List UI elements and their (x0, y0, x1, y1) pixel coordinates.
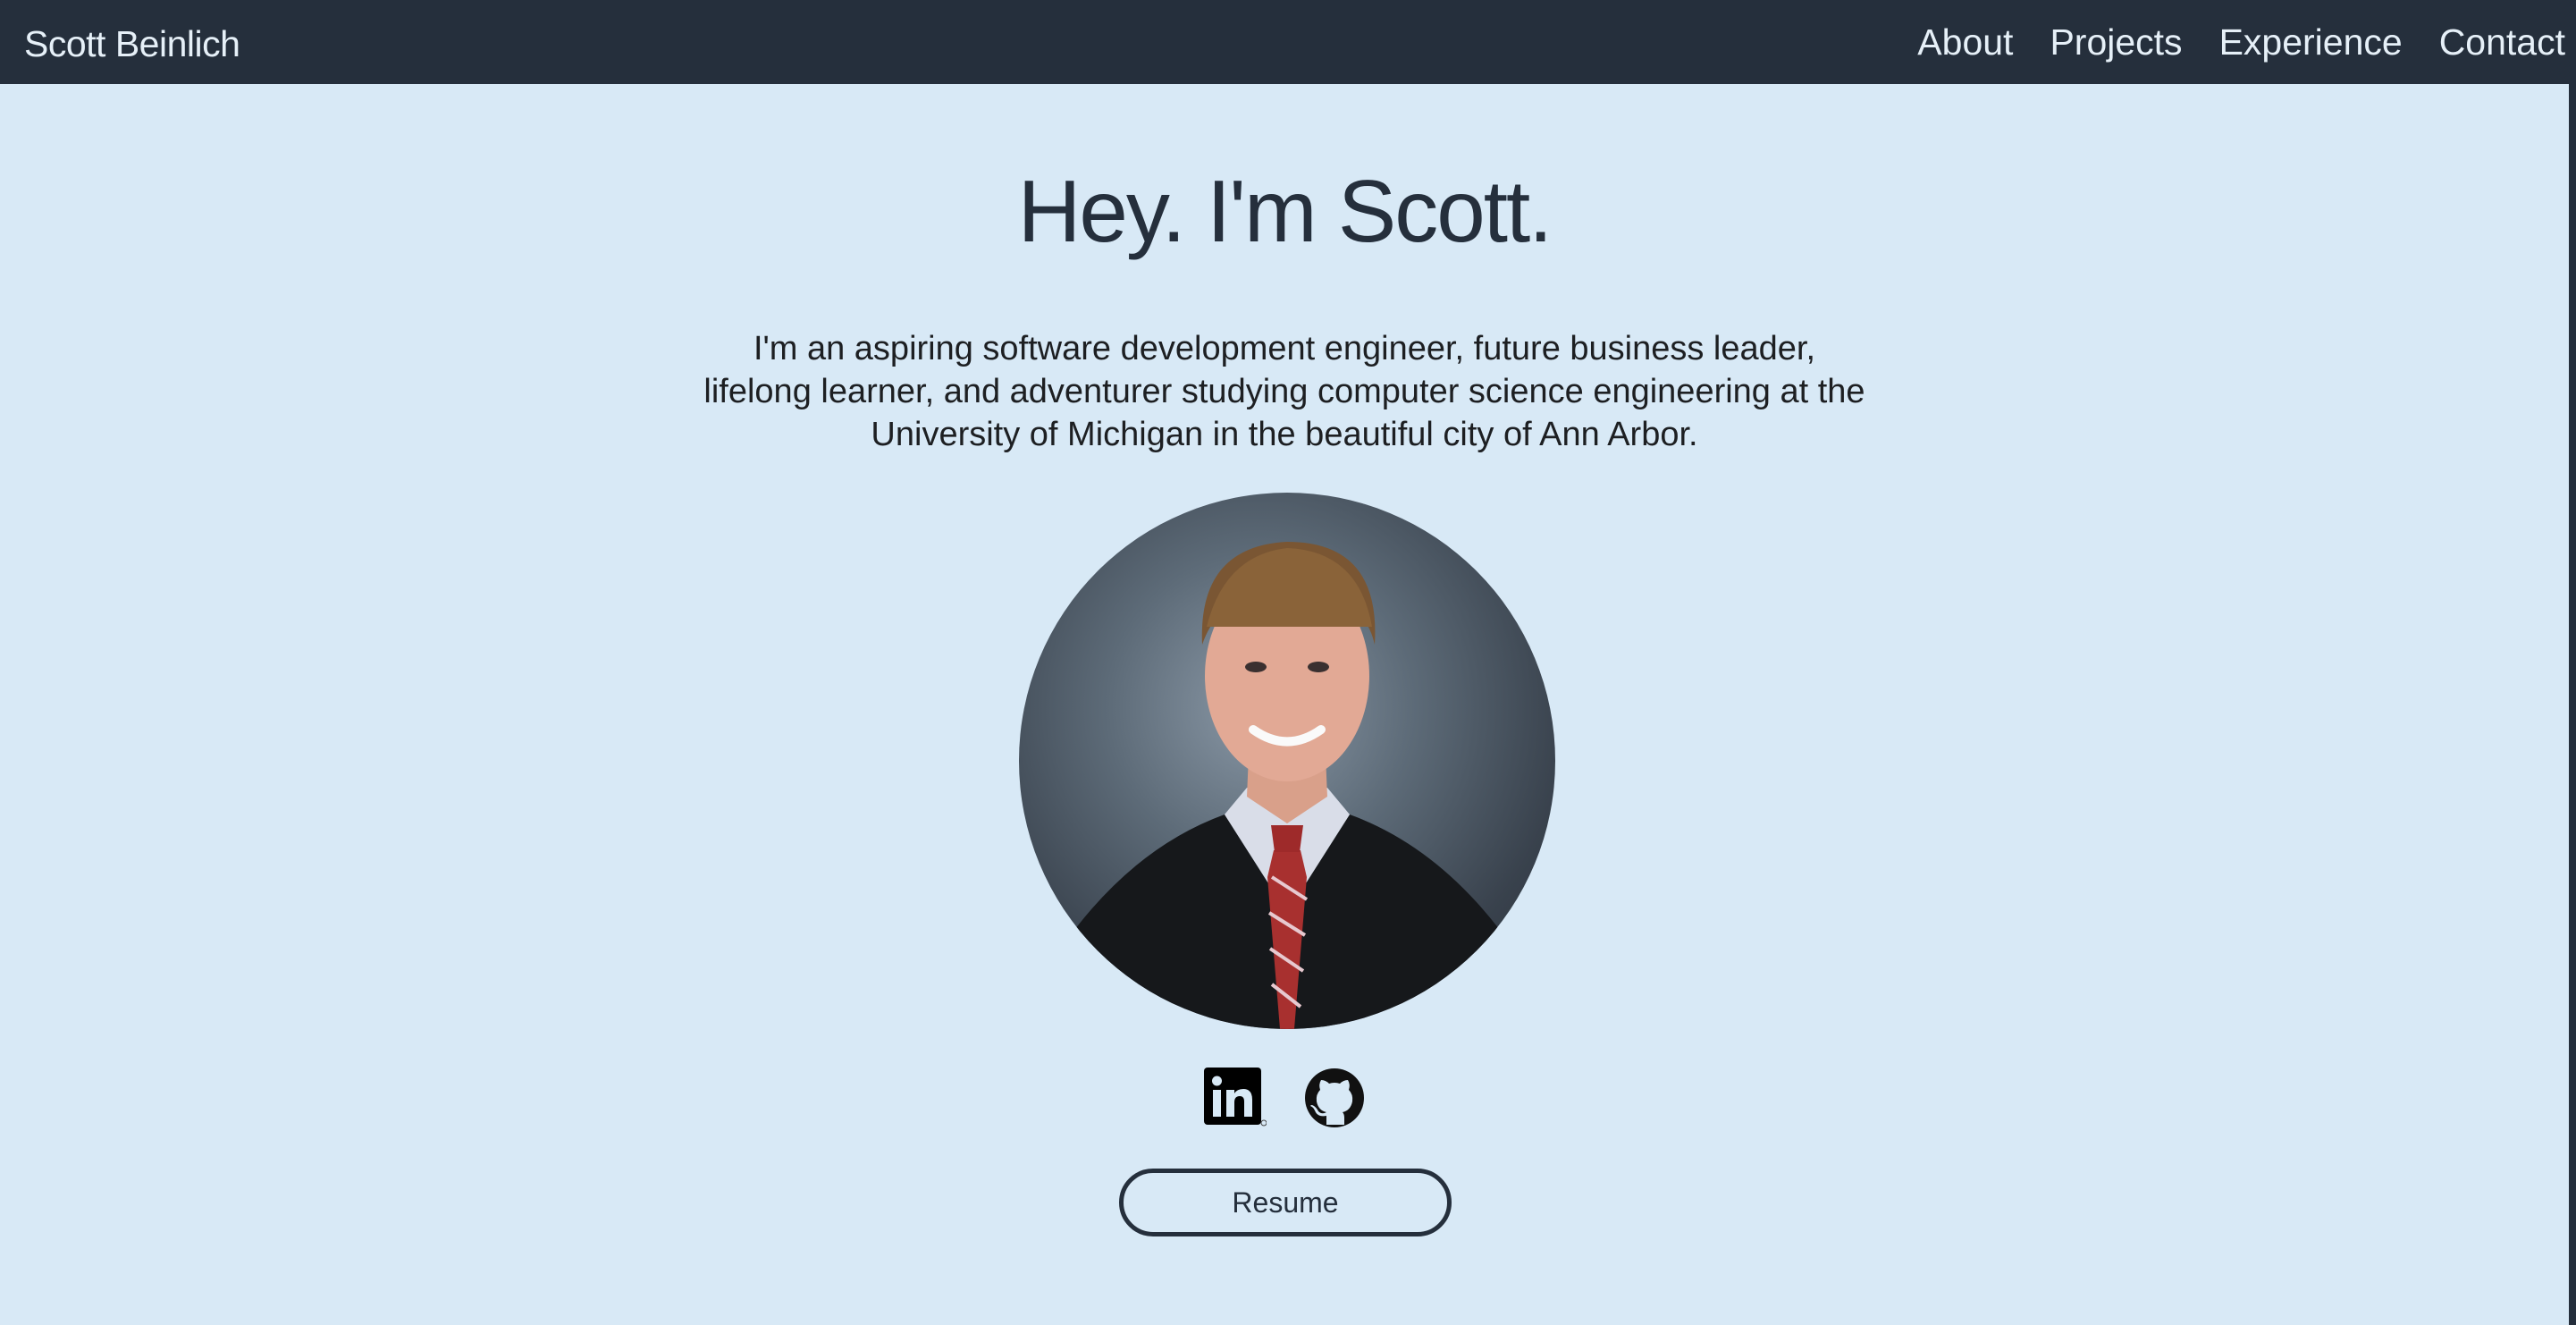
nav-link-contact[interactable]: Contact (2439, 21, 2565, 63)
nav-link-projects[interactable]: Projects (2050, 21, 2182, 63)
linkedin-icon[interactable] (1202, 1066, 1267, 1130)
brand-link[interactable]: Scott Beinlich (24, 23, 240, 65)
social-links (0, 1066, 2569, 1130)
bio-text: I'm an aspiring software development eng… (703, 330, 1865, 453)
resume-button[interactable]: Resume (1119, 1169, 1452, 1236)
nav-link-experience[interactable]: Experience (2219, 21, 2403, 63)
page-title: Hey. I'm Scott. (1017, 162, 1553, 260)
scrollbar[interactable] (2569, 0, 2576, 1325)
github-icon[interactable] (1302, 1066, 1367, 1130)
navbar: Scott Beinlich About Projects Experience… (0, 0, 2569, 84)
nav-link-about[interactable]: About (1917, 21, 2013, 63)
nav-links: About Projects Experience Contact (1917, 21, 2565, 63)
avatar (1019, 493, 1555, 1029)
